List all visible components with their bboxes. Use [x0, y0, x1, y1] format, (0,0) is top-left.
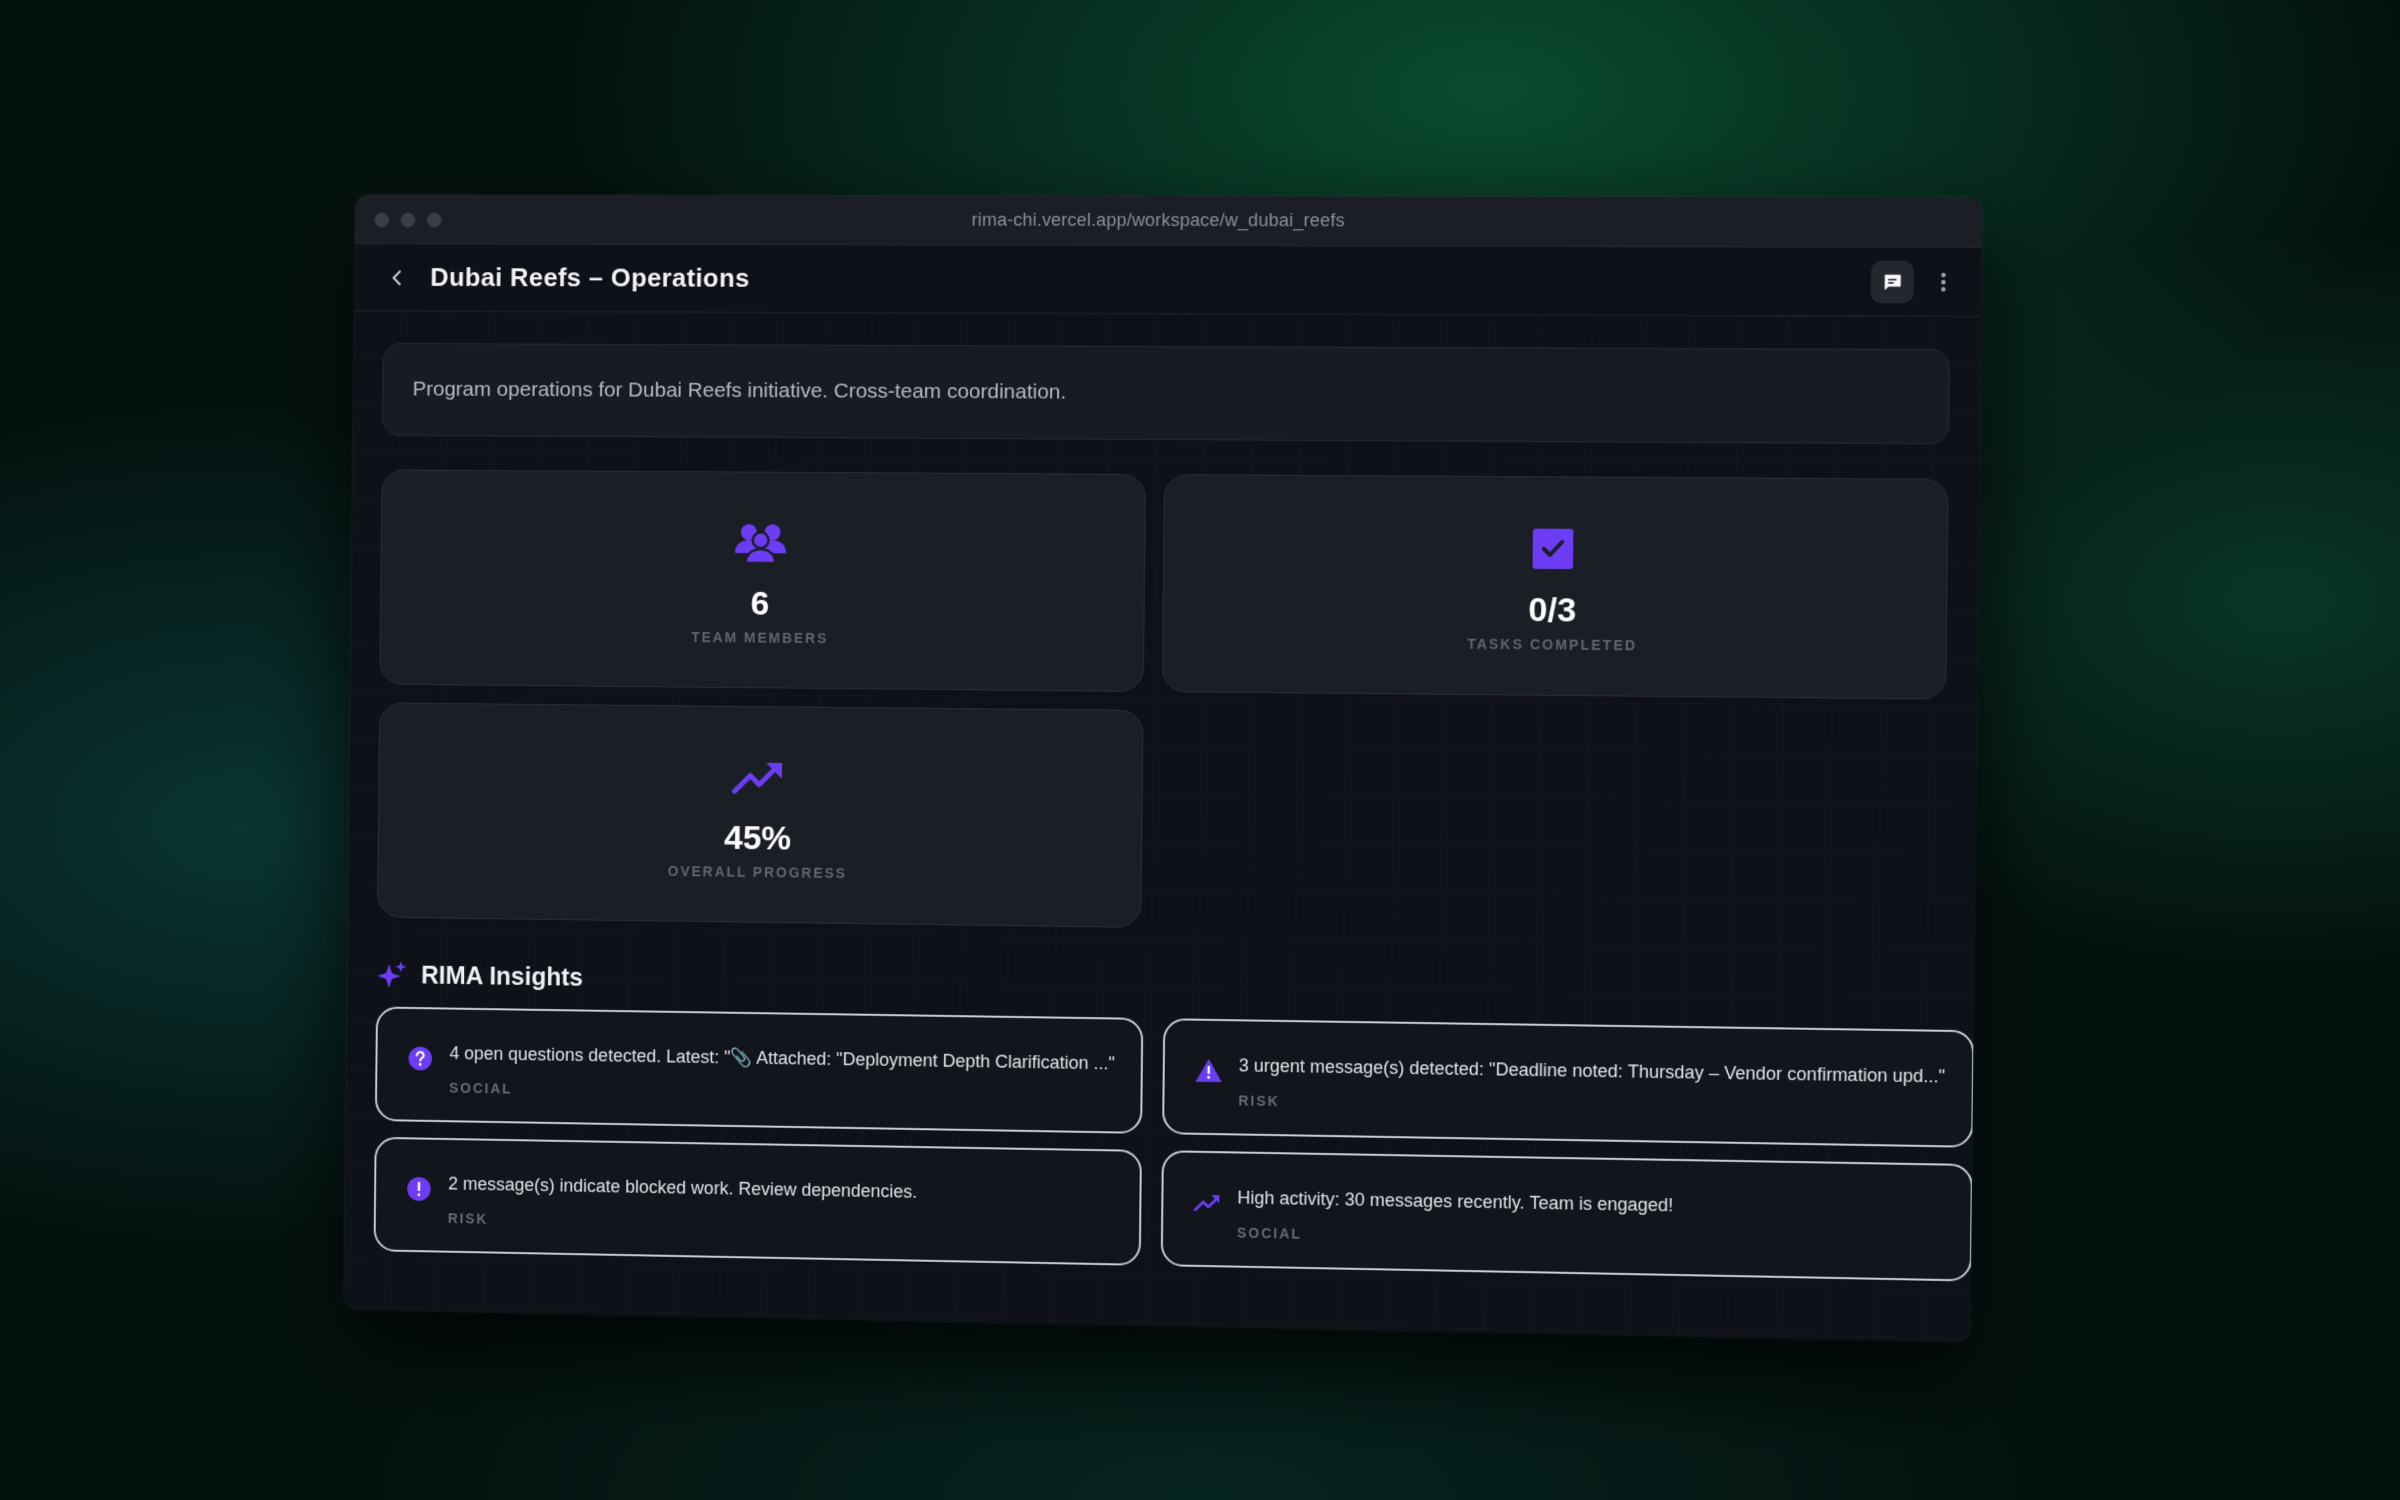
- more-options-button[interactable]: [1928, 260, 1959, 303]
- stat-card-tasks-completed: 0/3 TASKS COMPLETED: [1161, 474, 1949, 700]
- stat-label: TASKS COMPLETED: [1466, 635, 1638, 653]
- app-header: Dubai Reefs – Operations: [354, 244, 1982, 317]
- chat-icon: [1884, 274, 1901, 290]
- insight-card[interactable]: High activity: 30 messages recently. Tea…: [1160, 1150, 1973, 1282]
- insight-tag: SOCIAL: [449, 1079, 513, 1097]
- background-stage: rima-chi.vercel.app/workspace/w_dubai_re…: [0, 0, 2400, 1500]
- insight-card[interactable]: 4 open questions detected. Latest: "📎 At…: [374, 1006, 1144, 1134]
- description-text: Program operations for Dubai Reefs initi…: [412, 377, 1067, 404]
- page-title: Dubai Reefs – Operations: [430, 262, 750, 293]
- stat-card-team-members: 6 TEAM MEMBERS: [379, 469, 1147, 692]
- stat-label: OVERALL PROGRESS: [667, 862, 848, 881]
- minimize-window-dot[interactable]: [400, 212, 416, 228]
- insights-grid: 4 open questions detected. Latest: "📎 At…: [373, 1006, 1975, 1282]
- chat-button[interactable]: [1870, 260, 1914, 303]
- insight-card[interactable]: 3 urgent message(s) detected: "Deadline …: [1162, 1018, 1975, 1148]
- insight-card[interactable]: 2 message(s) indicate blocked work. Revi…: [373, 1136, 1142, 1266]
- browser-titlebar: rima-chi.vercel.app/workspace/w_dubai_re…: [354, 194, 1983, 248]
- close-window-dot[interactable]: [374, 212, 390, 228]
- insight-text: 2 message(s) indicate blocked work. Revi…: [448, 1173, 918, 1202]
- team-icon: [733, 515, 789, 571]
- workspace-description: Program operations for Dubai Reefs initi…: [381, 342, 1950, 445]
- trending-up-icon: [1193, 1189, 1221, 1218]
- header-actions: [1870, 260, 1959, 303]
- insight-tag: RISK: [1238, 1092, 1280, 1110]
- address-bar-url[interactable]: rima-chi.vercel.app/workspace/w_dubai_re…: [355, 209, 1982, 233]
- stat-card-overall-progress: 45% OVERALL PROGRESS: [376, 702, 1144, 928]
- insight-tag: RISK: [447, 1210, 489, 1227]
- more-vertical-icon: [1941, 272, 1946, 292]
- trending-up-icon: [730, 749, 786, 805]
- warning-icon: [1195, 1057, 1223, 1085]
- chevron-left-icon: [386, 266, 408, 288]
- insight-body: 4 open questions detected. Latest: "📎 At…: [449, 1043, 1115, 1106]
- insight-tag: SOCIAL: [1236, 1224, 1303, 1242]
- window-controls: [374, 212, 442, 228]
- insight-body: 2 message(s) indicate blocked work. Revi…: [448, 1174, 917, 1235]
- alert-icon: [405, 1175, 433, 1203]
- sparkle-icon: [377, 961, 407, 989]
- stat-value: 45%: [723, 818, 792, 858]
- insight-text: 3 urgent message(s) detected: "Deadline …: [1238, 1055, 1946, 1087]
- stat-value: 0/3: [1528, 590, 1577, 630]
- workspace-content: Program operations for Dubai Reefs initi…: [343, 311, 1981, 1343]
- back-button[interactable]: [379, 260, 414, 296]
- stat-label: TEAM MEMBERS: [691, 628, 829, 646]
- stats-grid: 6 TEAM MEMBERS 0/3 TASKS COMPLETED 45% O…: [376, 469, 1949, 938]
- browser-window: rima-chi.vercel.app/workspace/w_dubai_re…: [343, 194, 1983, 1343]
- insights-title: RIMA Insights: [421, 961, 584, 992]
- insight-body: High activity: 30 messages recently. Tea…: [1237, 1188, 1673, 1249]
- checkbox-icon: [1524, 520, 1581, 577]
- stat-value: 6: [750, 584, 770, 623]
- insight-text: 4 open questions detected. Latest: "📎 At…: [449, 1043, 1116, 1074]
- insight-body: 3 urgent message(s) detected: "Deadline …: [1238, 1055, 1945, 1120]
- maximize-window-dot[interactable]: [426, 212, 442, 228]
- insights-header: RIMA Insights: [376, 959, 1943, 1014]
- question-icon: [407, 1044, 435, 1072]
- insight-text: High activity: 30 messages recently. Tea…: [1237, 1187, 1674, 1216]
